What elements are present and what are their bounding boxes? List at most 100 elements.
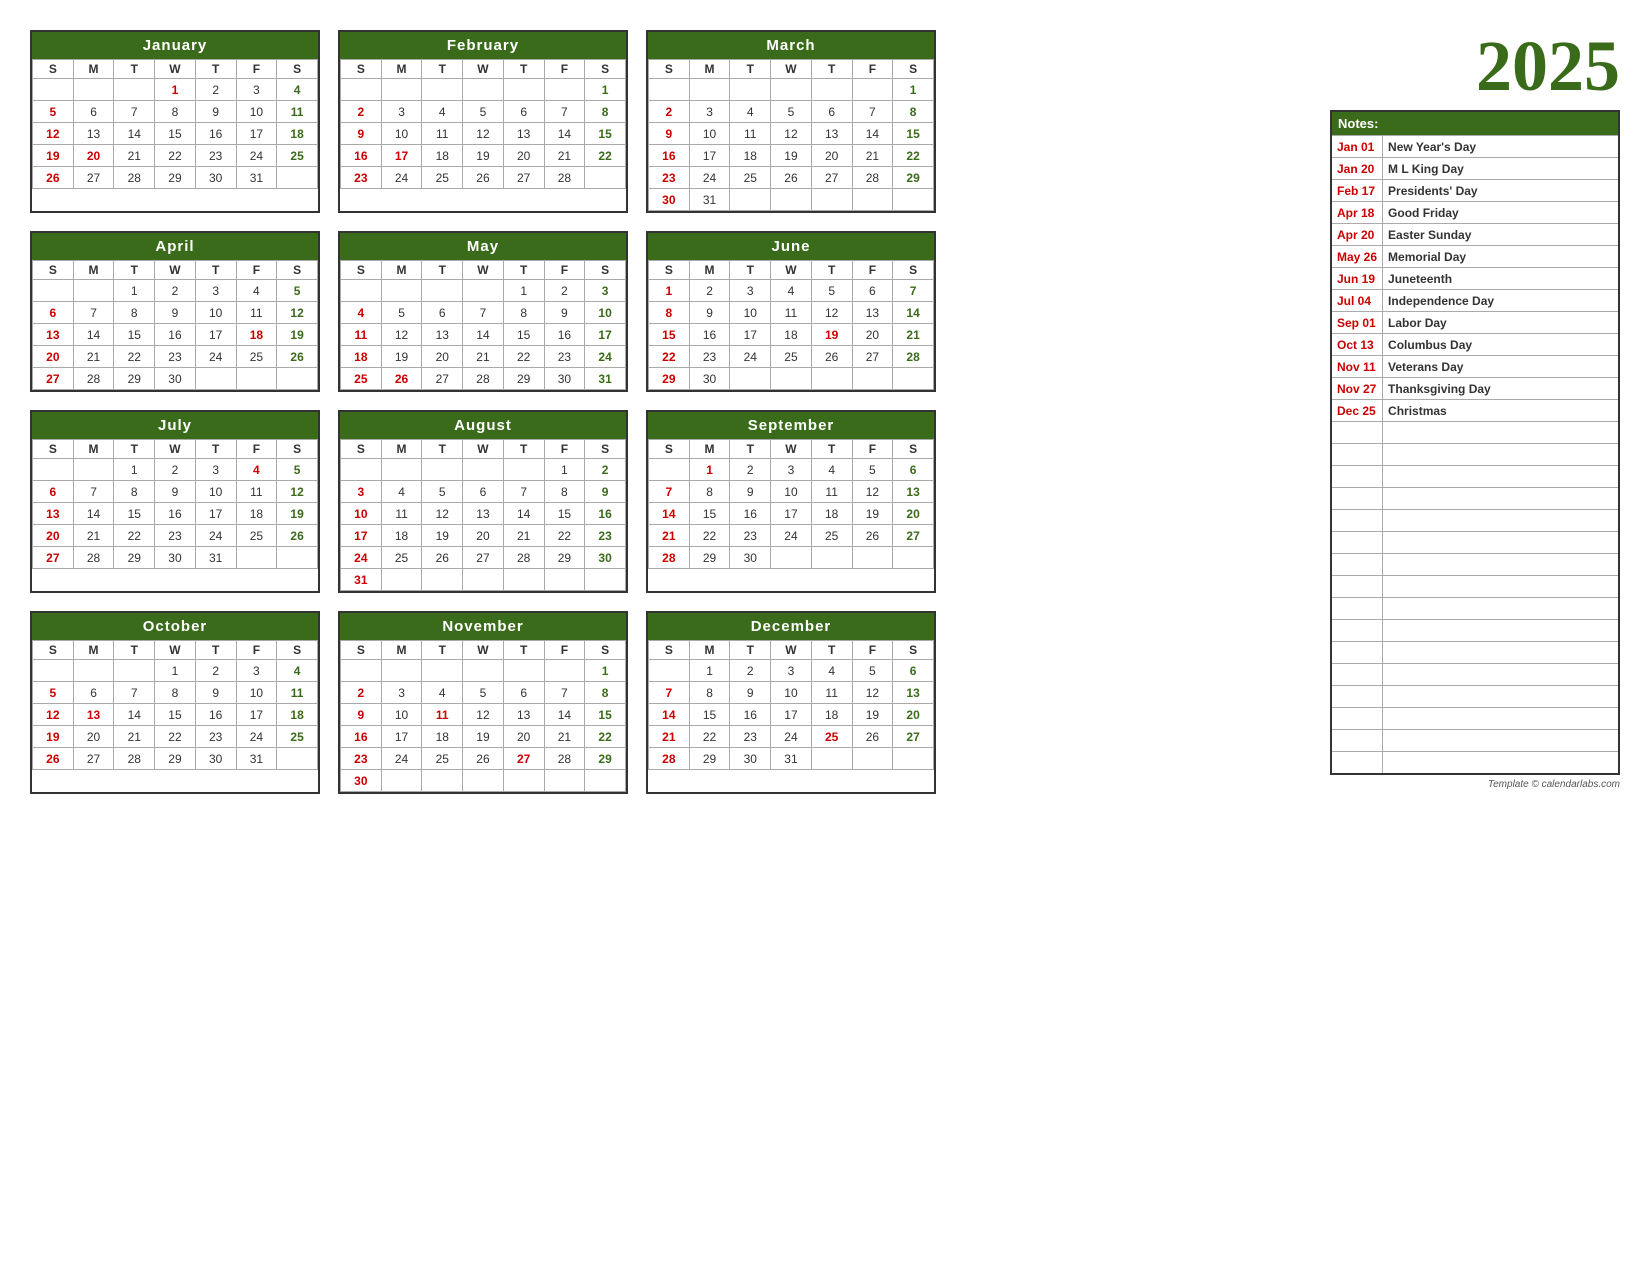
calendar-day: 21 [73, 346, 114, 368]
month-calendar-february: FebruarySMTWTFS1234567891011121314151617… [338, 30, 628, 213]
calendar-day: 16 [544, 324, 585, 346]
calendar-day: 5 [277, 280, 318, 302]
day-header: S [277, 261, 318, 280]
day-header: S [33, 440, 74, 459]
calendar-day: 24 [585, 346, 626, 368]
calendar-day: 15 [893, 123, 934, 145]
day-header: S [341, 440, 382, 459]
calendar-day: 26 [852, 525, 893, 547]
calendar-day: 27 [33, 547, 74, 569]
calendar-day: 24 [341, 547, 382, 569]
calendar-day: 11 [236, 481, 277, 503]
calendar-day: 12 [771, 123, 812, 145]
holiday-date: Dec 25 [1331, 400, 1383, 422]
holiday-date: Apr 18 [1331, 202, 1383, 224]
calendar-day: 20 [893, 503, 934, 525]
calendar-day [381, 569, 422, 591]
day-header: T [730, 440, 771, 459]
calendar-day: 30 [585, 547, 626, 569]
calendar-day: 1 [893, 79, 934, 101]
holiday-name: Labor Day [1383, 312, 1619, 334]
calendar-day: 1 [585, 660, 626, 682]
calendar-day: 8 [114, 481, 155, 503]
holiday-date: May 26 [1331, 246, 1383, 268]
month-calendar-may: MaySMTWTFS123456789101112131415161718192… [338, 231, 628, 392]
calendar-day: 4 [277, 660, 318, 682]
calendar-day: 14 [852, 123, 893, 145]
calendar-day: 7 [73, 481, 114, 503]
day-header: S [585, 261, 626, 280]
calendar-day: 22 [155, 145, 196, 167]
calendar-day [893, 368, 934, 390]
day-header: T [422, 440, 463, 459]
calendar-day: 20 [893, 704, 934, 726]
calendar-day: 18 [730, 145, 771, 167]
holiday-date: Feb 17 [1331, 180, 1383, 202]
calendar-day: 9 [730, 682, 771, 704]
calendar-day [463, 660, 504, 682]
calendar-day: 29 [689, 547, 730, 569]
calendar-day: 6 [852, 280, 893, 302]
calendar-day: 23 [730, 726, 771, 748]
month-calendar-november: NovemberSMTWTFS1234567891011121314151617… [338, 611, 628, 794]
calendar-day: 5 [33, 682, 74, 704]
calendar-day: 2 [544, 280, 585, 302]
cal-table: SMTWTFS123456789101112131415161718192021… [340, 59, 626, 189]
holiday-date: Nov 27 [1331, 378, 1383, 400]
calendar-day: 17 [585, 324, 626, 346]
calendar-day: 4 [381, 481, 422, 503]
notes-table: Notes:Jan 01New Year's DayJan 20M L King… [1330, 110, 1620, 775]
month-calendar-january: JanuarySMTWTFS12345678910111213141516171… [30, 30, 320, 213]
calendar-day: 10 [771, 481, 812, 503]
calendar-day: 19 [422, 525, 463, 547]
calendar-day: 19 [852, 503, 893, 525]
calendar-day: 23 [195, 726, 236, 748]
calendar-day: 21 [544, 726, 585, 748]
calendar-day: 12 [277, 481, 318, 503]
calendar-day [236, 547, 277, 569]
day-header: S [649, 440, 690, 459]
calendar-day: 23 [730, 525, 771, 547]
day-header: T [195, 60, 236, 79]
calendar-day: 30 [730, 748, 771, 770]
holiday-row: Nov 11Veterans Day [1331, 356, 1619, 378]
calendar-day: 7 [503, 481, 544, 503]
page: JanuarySMTWTFS12345678910111213141516171… [30, 30, 1620, 1245]
calendar-day: 11 [381, 503, 422, 525]
calendar-day [811, 79, 852, 101]
calendar-day: 1 [544, 459, 585, 481]
notes-header: Notes: [1331, 111, 1619, 136]
day-header: T [811, 261, 852, 280]
calendar-day: 1 [649, 280, 690, 302]
holiday-name: M L King Day [1383, 158, 1619, 180]
calendar-day: 20 [422, 346, 463, 368]
calendar-day: 3 [236, 660, 277, 682]
calendar-day: 16 [689, 324, 730, 346]
calendar-day [811, 368, 852, 390]
calendar-day: 17 [689, 145, 730, 167]
calendar-day: 13 [852, 302, 893, 324]
calendar-day: 14 [893, 302, 934, 324]
calendar-day: 5 [381, 302, 422, 324]
calendar-day: 30 [155, 547, 196, 569]
calendar-day: 6 [503, 101, 544, 123]
calendar-day: 8 [503, 302, 544, 324]
calendar-day: 26 [277, 525, 318, 547]
calendar-day: 13 [33, 324, 74, 346]
calendar-day [381, 770, 422, 792]
month-header: September [648, 412, 934, 439]
day-header: T [422, 60, 463, 79]
calendar-day: 30 [155, 368, 196, 390]
calendar-day [381, 280, 422, 302]
notes-empty-row [1331, 510, 1619, 532]
calendar-day [771, 189, 812, 211]
calendar-day [114, 79, 155, 101]
calendar-day: 16 [155, 324, 196, 346]
day-header: T [503, 440, 544, 459]
day-header: W [771, 60, 812, 79]
calendar-day: 18 [811, 704, 852, 726]
calendar-day: 19 [381, 346, 422, 368]
calendar-day: 28 [649, 547, 690, 569]
calendar-day: 25 [422, 748, 463, 770]
calendar-day [544, 569, 585, 591]
